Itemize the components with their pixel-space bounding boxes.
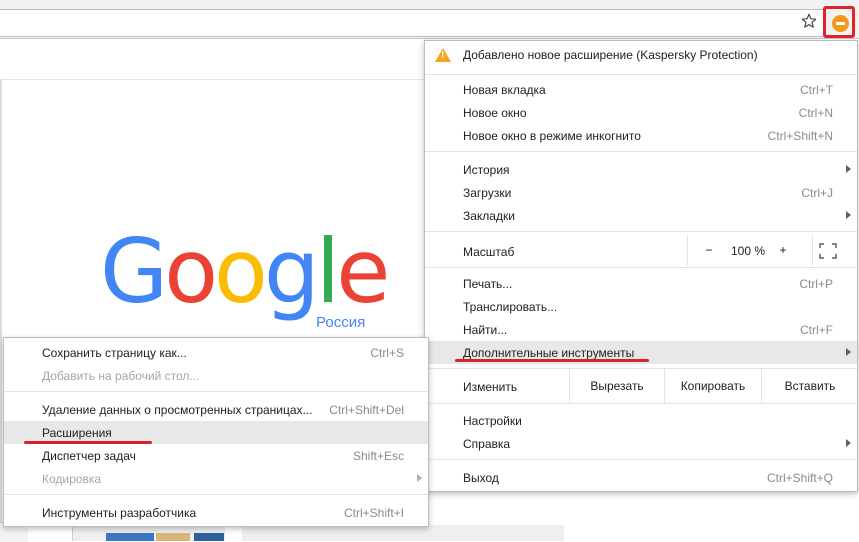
menu-separator <box>4 391 428 392</box>
menu-separator <box>425 267 857 268</box>
menu-item-downloads[interactable]: Загрузки Ctrl+J <box>425 181 857 204</box>
paste-button[interactable]: Вставить <box>761 369 858 403</box>
google-logo-letter: e <box>336 220 390 323</box>
menu-item-label: Настройки <box>463 414 522 428</box>
zoom-in-button[interactable]: + <box>776 243 790 257</box>
chrome-main-menu: Добавлено новое расширение (Kaspersky Pr… <box>424 40 858 492</box>
submenu-item-clear-data[interactable]: Удаление данных о просмотренных страница… <box>4 398 428 421</box>
google-logo-letter: g <box>263 220 320 323</box>
kaspersky-icon <box>832 15 849 32</box>
menu-item-label: Найти... <box>463 323 508 337</box>
menu-item-shortcut: Ctrl+F <box>800 323 833 337</box>
menu-item-shortcut: Ctrl+Shift+N <box>767 129 833 143</box>
menu-item-shortcut: Ctrl+Shift+Del <box>329 403 404 417</box>
menu-item-shortcut: Ctrl+S <box>370 346 404 360</box>
thumbnail-image <box>194 533 224 541</box>
menu-item-shortcut: Ctrl+N <box>798 106 833 120</box>
google-logo-letter: l <box>315 220 341 323</box>
menu-item-new-window[interactable]: Новое окно Ctrl+N <box>425 101 857 124</box>
menu-item-label: Печать... <box>463 277 513 291</box>
google-logo-letter: G <box>100 220 168 323</box>
menu-item-label: Новое окно в режиме инкогнито <box>463 129 641 143</box>
menu-separator <box>4 494 428 495</box>
menu-item-find[interactable]: Найти... Ctrl+F <box>425 318 857 341</box>
submenu-arrow-icon <box>846 348 851 356</box>
zoom-controls: − 100 % + <box>687 236 813 266</box>
menu-item-label: Новая вкладка <box>463 83 546 97</box>
warning-icon <box>435 48 451 62</box>
google-logo-region: Россия <box>316 314 366 331</box>
menu-item-label: Дополнительные инструменты <box>463 346 635 360</box>
address-bar[interactable] <box>0 9 825 37</box>
menu-item-label: Удаление данных о просмотренных страница… <box>42 403 313 417</box>
more-tools-submenu: Сохранить страницу как... Ctrl+S Добавит… <box>3 337 429 527</box>
zoom-level: 100 % <box>730 244 766 258</box>
submenu-item-task-manager[interactable]: Диспетчер задач Shift+Esc <box>4 444 428 467</box>
submenu-arrow-icon <box>846 439 851 447</box>
menu-separator <box>425 459 857 460</box>
menu-item-shortcut: Ctrl+T <box>800 83 833 97</box>
menu-item-cast[interactable]: Транслировать... <box>425 295 857 318</box>
menu-separator <box>425 403 857 404</box>
menu-separator <box>425 231 857 232</box>
menu-item-shortcut: Ctrl+J <box>801 186 833 200</box>
menu-item-label: Справка <box>463 437 511 451</box>
menu-item-label: Кодировка <box>42 472 102 486</box>
submenu-item-dev-tools[interactable]: Инструменты разработчика Ctrl+Shift+I <box>4 501 428 524</box>
page-header-area <box>0 39 440 80</box>
menu-item-history[interactable]: История <box>425 158 857 181</box>
menu-item-label: Загрузки <box>463 186 512 200</box>
page-left-edge <box>0 79 2 541</box>
menu-item-settings[interactable]: Настройки <box>425 409 857 432</box>
zoom-label: Масштаб <box>463 245 515 259</box>
menu-item-label: Инструменты разработчика <box>42 506 197 520</box>
menu-item-label: Расширения <box>42 426 112 440</box>
menu-item-label: Добавлено новое расширение (Kaspersky Pr… <box>463 48 758 62</box>
submenu-arrow-icon <box>846 165 851 173</box>
zoom-out-button[interactable]: − <box>702 243 716 257</box>
menu-item-label: Закладки <box>463 209 515 223</box>
menu-item-label: История <box>463 163 510 177</box>
menu-item-print[interactable]: Печать... Ctrl+P <box>425 272 857 295</box>
page-panel <box>242 525 564 541</box>
menu-item-label: Новое окно <box>463 106 527 120</box>
submenu-item-add-to-desktop: Добавить на рабочий стол... <box>4 364 428 387</box>
menu-item-new-tab[interactable]: Новая вкладка Ctrl+T <box>425 78 857 101</box>
kaspersky-extension-button[interactable] <box>823 6 855 38</box>
cut-button[interactable]: Вырезать <box>569 369 664 403</box>
menu-item-extension-notice[interactable]: Добавлено новое расширение (Kaspersky Pr… <box>425 43 857 66</box>
menu-item-shortcut: Shift+Esc <box>352 449 404 463</box>
submenu-item-encoding: Кодировка <box>4 467 428 490</box>
bookmark-star-icon[interactable] <box>800 12 818 30</box>
menu-item-label: Выход <box>463 471 499 485</box>
menu-item-bookmarks[interactable]: Закладки <box>425 204 857 227</box>
menu-item-shortcut: Ctrl+Shift+I <box>343 506 404 520</box>
edit-label: Изменить <box>463 380 518 394</box>
menu-item-label: Диспетчер задач <box>42 449 136 463</box>
menu-item-label: Транслировать... <box>463 300 558 314</box>
google-logo-letter: o <box>214 220 268 323</box>
thumbnail-image <box>156 533 190 541</box>
google-logo: Google <box>100 220 390 323</box>
google-logo-letter: o <box>164 220 218 323</box>
thumbnail-image <box>106 533 154 541</box>
menu-item-zoom: Масштаб − 100 % + <box>425 236 857 266</box>
fullscreen-icon[interactable] <box>819 243 837 259</box>
menu-item-incognito[interactable]: Новое окно в режиме инкогнито Ctrl+Shift… <box>425 124 857 147</box>
menu-separator <box>425 151 857 152</box>
submenu-item-save-page[interactable]: Сохранить страницу как... Ctrl+S <box>4 341 428 364</box>
menu-item-edit: Изменить Вырезать Копировать Вставить <box>425 369 857 403</box>
menu-item-help[interactable]: Справка <box>425 432 857 455</box>
highlight-underline <box>455 359 649 362</box>
menu-item-label: Добавить на рабочий стол... <box>42 369 200 383</box>
submenu-arrow-icon <box>846 211 851 219</box>
menu-separator <box>425 74 857 75</box>
menu-item-shortcut: Ctrl+Shift+Q <box>766 471 833 485</box>
submenu-arrow-icon <box>417 474 422 482</box>
menu-item-exit[interactable]: Выход Ctrl+Shift+Q <box>425 466 857 489</box>
menu-item-shortcut: Ctrl+P <box>799 277 833 291</box>
menu-item-label: Сохранить страницу как... <box>42 346 187 360</box>
copy-button[interactable]: Копировать <box>664 369 761 403</box>
